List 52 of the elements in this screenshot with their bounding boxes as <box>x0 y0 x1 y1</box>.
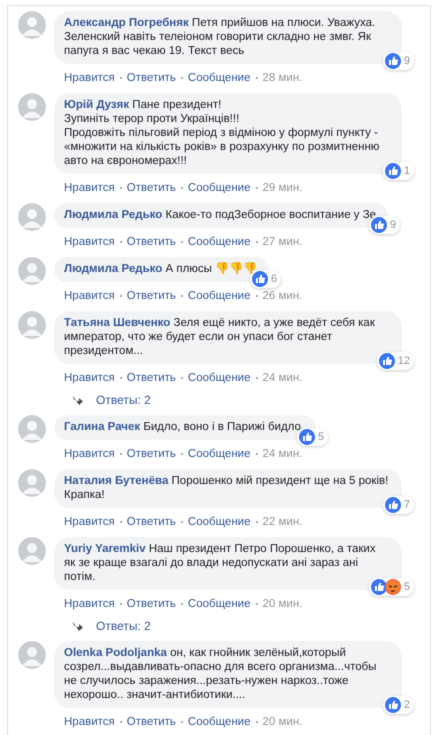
action-link[interactable]: Нравится <box>64 716 115 728</box>
action-link[interactable]: Нравится <box>64 182 115 194</box>
action-link[interactable]: Ответить <box>126 448 176 460</box>
action-link[interactable]: Сообщение <box>188 448 250 460</box>
action-link[interactable]: Сообщение <box>188 716 250 728</box>
action-link[interactable]: Ответить <box>126 516 176 528</box>
action-link[interactable]: Нравится <box>64 236 115 248</box>
like-icon <box>378 353 395 369</box>
action-link[interactable]: Ответить <box>126 598 176 610</box>
action-link[interactable]: Нравится <box>64 72 115 84</box>
avatar[interactable] <box>18 203 46 231</box>
action-link[interactable]: Ответить <box>126 716 176 728</box>
action-link[interactable]: Нравится <box>64 448 115 460</box>
action-link[interactable]: Сообщение <box>188 372 250 384</box>
action-link[interactable]: Ответить <box>126 372 176 384</box>
angry-face-icon <box>384 579 401 595</box>
action-link[interactable]: Нравится <box>64 290 115 302</box>
avatar[interactable] <box>18 257 46 285</box>
avatar[interactable] <box>18 11 46 39</box>
action-link[interactable]: Ответить <box>126 290 176 302</box>
like-icon <box>384 53 401 69</box>
comment-text: Татьяна Шевченко Зеля ещё никто, а уже ведёт себя как император, что же будет если он упаси бог станет президентом... <box>64 316 376 358</box>
avatar[interactable] <box>18 641 46 669</box>
action-link[interactable]: Нравится <box>64 598 115 610</box>
like-icon <box>370 579 387 595</box>
action-link[interactable]: Сообщение <box>188 182 250 194</box>
avatar[interactable] <box>18 469 46 497</box>
action-link[interactable]: Сообщение <box>188 236 250 248</box>
reply-arrow-icon <box>72 395 84 405</box>
comment-text: Olenka Podoljanka он, как гнойник зелёный,который созрел...выдавливать-опасно для всего организма...чтобы не случилось заражения...резать-нужен наркоз..тоже нехорошо.. значит-антибиотики.... <box>64 646 378 702</box>
replies-link[interactable]: Ответы: 2 <box>72 393 430 407</box>
comment-text: Александр Погребняк Петя прийшов на плюси. Уважуха. Зеленский навіть телеіоном говорити складно не змвг. Як папуга я вас чекаю 19. Текст весь <box>64 16 376 58</box>
like-icon <box>384 697 401 713</box>
action-link[interactable]: Ответить <box>126 236 176 248</box>
avatar[interactable] <box>18 415 46 443</box>
action-link[interactable]: Сообщение <box>188 72 250 84</box>
action-link[interactable]: Нравится <box>64 516 115 528</box>
like-icon <box>384 497 401 513</box>
action-link[interactable]: Сообщение <box>188 290 250 302</box>
replies-link[interactable]: Ответы: 2 <box>72 619 430 633</box>
action-link[interactable]: Нравится <box>64 372 115 384</box>
like-icon <box>370 217 387 233</box>
like-icon <box>384 163 401 179</box>
action-link[interactable]: Сообщение <box>188 598 250 610</box>
action-link[interactable]: Ответить <box>126 182 176 194</box>
avatar[interactable] <box>18 311 46 339</box>
action-link[interactable]: Ответить <box>126 72 176 84</box>
avatar[interactable] <box>18 537 46 565</box>
comment-text: Юрій Дузяк Пане президент! Зупиніть терор проти Українців!!! Продовжіть пільговий період з відміною у формулі пункту - «множити на кількість років» в розрахунку по розмитненню авто на єврономерах!!! <box>64 98 380 168</box>
action-link[interactable]: Сообщение <box>188 516 250 528</box>
avatar[interactable] <box>18 93 46 121</box>
reply-arrow-icon <box>72 621 84 631</box>
